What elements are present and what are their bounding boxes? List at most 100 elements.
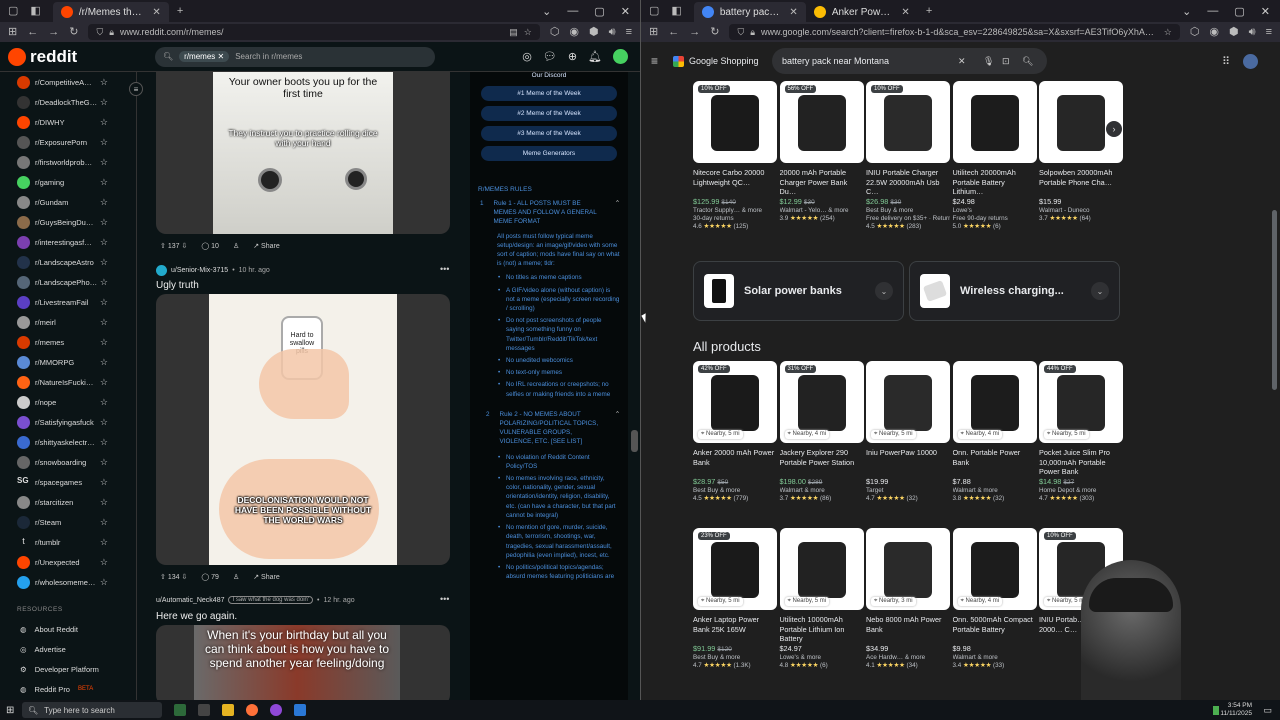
favorite-star-icon[interactable]: ☆ bbox=[100, 117, 108, 128]
sidebar-community-item[interactable]: r/meirl ☆ bbox=[0, 312, 136, 332]
product-image[interactable]: 44% OFF ⌖ Nearby, 5 mi bbox=[1039, 361, 1123, 443]
product-store[interactable]: Best Buy & more bbox=[866, 207, 950, 214]
downvote-icon[interactable]: ⇩ bbox=[181, 243, 187, 250]
product-title[interactable]: Anker Laptop Power Bank 25K 165W bbox=[693, 615, 777, 644]
sidebar-community-item[interactable]: r/LandscapePho… ☆ bbox=[0, 272, 136, 292]
category-solar-power-banks[interactable]: Solar power banks ⌄ bbox=[693, 261, 904, 321]
carousel-next-icon[interactable]: › bbox=[1106, 121, 1122, 137]
award-icon[interactable]: ♙ bbox=[233, 242, 239, 250]
search-query[interactable]: battery pack near Montana bbox=[782, 56, 889, 66]
advertise-link[interactable]: ◎ Advertise bbox=[0, 639, 136, 659]
clock[interactable]: 3:54 PM 11/11/2025 bbox=[1220, 702, 1252, 718]
favorite-star-icon[interactable]: ☆ bbox=[100, 157, 108, 168]
product-card[interactable]: 44% OFF ⌖ Nearby, 5 mi Pocket Juice Slim P… bbox=[1039, 361, 1123, 502]
product-image[interactable]: 10% OFF bbox=[866, 81, 950, 163]
product-card[interactable]: Utilitech 20000mAh Portable Battery Lith… bbox=[952, 81, 1037, 230]
award-icon[interactable]: ♙ bbox=[233, 573, 239, 581]
favorite-star-icon[interactable]: ☆ bbox=[100, 417, 108, 428]
product-image[interactable]: 31% OFF ⌖ Nearby, 4 mi bbox=[779, 361, 864, 443]
sidebar-community-item[interactable]: r/shittyaskelectr… ☆ bbox=[0, 432, 136, 452]
post2-avatar[interactable] bbox=[156, 265, 167, 276]
avatar[interactable] bbox=[613, 49, 628, 64]
sidebar-community-item[interactable]: r/gaming ☆ bbox=[0, 172, 136, 192]
product-title[interactable]: 20000 mAh Portable Charger Power Bank Du… bbox=[780, 168, 864, 197]
sidebar-community-item[interactable]: r/LandscapeAstro ☆ bbox=[0, 252, 136, 272]
menu-icon[interactable]: ≡ bbox=[1266, 26, 1272, 38]
shopping-search-input[interactable]: battery pack near Montana ✕ 🎙︎ ⊡ 🔍︎ bbox=[772, 48, 1047, 74]
avatar[interactable] bbox=[1243, 53, 1258, 69]
favorite-star-icon[interactable]: ☆ bbox=[100, 177, 108, 188]
rule1-header[interactable]: 1 Rule 1 - ALL POSTS MUST BE MEMES AND F… bbox=[470, 199, 628, 227]
close-tab-icon[interactable]: ✕ bbox=[789, 7, 797, 18]
product-card[interactable]: ⌖ Nearby, 4 mi Onn. 5000mAh Compact Porta… bbox=[952, 528, 1037, 669]
microphone-icon[interactable]: 🎙︎ bbox=[983, 56, 994, 67]
product-image[interactable] bbox=[952, 81, 1037, 163]
sidebar-community-item[interactable]: r/firstworldprob… ☆ bbox=[0, 152, 136, 172]
product-image[interactable]: ⌖ Nearby, 4 mi bbox=[952, 528, 1037, 610]
product-title[interactable]: Nebo 8000 mAh Power Bank bbox=[866, 615, 950, 644]
tab-overview-icon[interactable]: ▢ bbox=[649, 5, 659, 17]
favorite-star-icon[interactable]: ☆ bbox=[100, 557, 108, 568]
product-card[interactable]: 42% OFF ⌖ Nearby, 5 mi Anker 20000 mAh Pow… bbox=[693, 361, 777, 502]
favorite-star-icon[interactable]: ☆ bbox=[100, 357, 108, 368]
product-card[interactable]: 31% OFF ⌖ Nearby, 4 mi Jackery Explorer 29… bbox=[779, 361, 864, 502]
community-link-button[interactable]: #2 Meme of the Week bbox=[481, 106, 617, 121]
clear-search-icon[interactable]: ✕ bbox=[958, 56, 966, 67]
developer-platform-link[interactable]: ⚙ Developer Platform bbox=[0, 659, 136, 679]
close-tab-icon[interactable]: ✕ bbox=[152, 7, 160, 18]
pocket-icon[interactable]: ⬡ bbox=[550, 26, 560, 38]
product-card[interactable]: ⌖ Nearby, 5 mi Iniu PowerPaw 10000 $19.99 T… bbox=[866, 361, 950, 502]
favorite-star-icon[interactable]: ☆ bbox=[100, 437, 108, 448]
shield-icon[interactable]: ⛉ bbox=[737, 27, 744, 38]
google-shopping-logo[interactable]: Google Shopping bbox=[673, 55, 759, 67]
post1-media[interactable]: Your owner boots you up for the first ti… bbox=[156, 72, 450, 234]
product-title[interactable]: Jackery Explorer 290 Portable Power Stat… bbox=[780, 448, 864, 477]
community-link-button[interactable]: #3 Meme of the Week bbox=[481, 126, 617, 141]
apps-grid-icon[interactable]: ⠿ bbox=[1222, 55, 1230, 68]
close-tab-icon[interactable]: ✕ bbox=[901, 7, 909, 18]
bookmark-star-icon[interactable]: ☆ bbox=[1164, 27, 1172, 38]
reddit-scrollbar[interactable] bbox=[631, 430, 638, 452]
post3-author[interactable]: u/Automatic_Neck487 bbox=[156, 597, 224, 604]
obs-icon[interactable] bbox=[270, 704, 282, 716]
post2-author[interactable]: u/Senior-Mix-3715 bbox=[171, 267, 228, 274]
favorite-star-icon[interactable]: ☆ bbox=[100, 137, 108, 148]
forward-icon[interactable]: → bbox=[48, 26, 59, 38]
chip-close-icon[interactable]: ✕ bbox=[218, 52, 225, 61]
favorite-star-icon[interactable]: ☆ bbox=[100, 77, 108, 88]
product-title[interactable]: Pocket Juice Slim Pro 10,000mAh Portable… bbox=[1039, 448, 1123, 477]
product-store[interactable]: Tractor Supply… & more bbox=[693, 207, 777, 214]
sidebar-community-item[interactable]: r/nope ☆ bbox=[0, 392, 136, 412]
chevron-up-icon[interactable]: ⌃ bbox=[615, 410, 620, 447]
post2-comments[interactable]: ◯ 79 bbox=[201, 573, 219, 581]
post3-more-icon[interactable]: ••• bbox=[440, 594, 449, 604]
search-icon[interactable]: 🔍︎ bbox=[1022, 56, 1033, 67]
product-store[interactable]: Ace Hardw… & more bbox=[866, 654, 950, 661]
product-image[interactable]: 42% OFF ⌖ Nearby, 5 mi bbox=[693, 361, 777, 443]
product-card[interactable]: 23% OFF ⌖ Nearby, 5 mi Anker Laptop Power … bbox=[693, 528, 777, 669]
product-store[interactable]: Walmart - Duneco bbox=[1039, 207, 1123, 214]
sidebar-community-item[interactable]: r/GuysBeingDu… ☆ bbox=[0, 212, 136, 232]
sidebar-toggle-icon[interactable]: ◧ bbox=[30, 5, 40, 17]
google-scrollbar[interactable] bbox=[1272, 210, 1277, 390]
chat-icon[interactable]: 💬︎ bbox=[543, 50, 557, 63]
sidebar-community-item[interactable]: r/DIWHY ☆ bbox=[0, 112, 136, 132]
post2-more-icon[interactable]: ••• bbox=[440, 264, 449, 274]
new-tab-icon[interactable]: + bbox=[926, 5, 932, 17]
extension-icon[interactable]: ⊞ bbox=[8, 26, 17, 38]
reload-icon[interactable]: ↻ bbox=[69, 26, 78, 38]
community-link-button[interactable]: Our Discord bbox=[481, 72, 617, 81]
weather-widget-icon[interactable] bbox=[174, 704, 186, 716]
url-text[interactable]: www.reddit.com/r/memes/ bbox=[120, 27, 224, 37]
post1-comments[interactable]: ◯ 10 bbox=[201, 242, 219, 250]
subreddit-filter-chip[interactable]: r/memes ✕ bbox=[179, 51, 230, 62]
sidebar-community-item[interactable]: t r/tumblr ☆ bbox=[0, 532, 136, 552]
reddit-search-input[interactable]: 🔍︎ r/memes ✕ Search in r/memes bbox=[155, 46, 435, 67]
favorite-star-icon[interactable]: ☆ bbox=[100, 517, 108, 528]
sidebar-community-item[interactable]: r/MMORPG ☆ bbox=[0, 352, 136, 372]
product-title[interactable]: Utilitech 10000mAh Portable Lithium Ion … bbox=[780, 615, 864, 644]
product-image[interactable]: ⌖ Nearby, 5 mi bbox=[866, 361, 950, 443]
favorite-star-icon[interactable]: ☆ bbox=[100, 297, 108, 308]
volume-icon[interactable]: 🔊︎ bbox=[1249, 26, 1256, 38]
url-text[interactable]: www.google.com/search?client=firefox-b-1… bbox=[761, 27, 1158, 37]
